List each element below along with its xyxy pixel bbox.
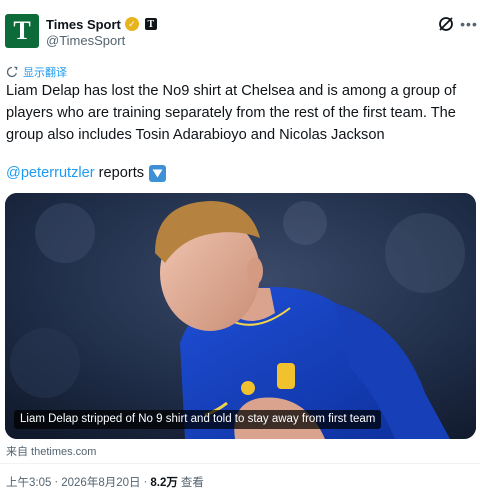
mention-link[interactable]: @peterrutzler: [6, 165, 95, 181]
avatar-letter: T: [13, 16, 31, 45]
avatar[interactable]: T: [5, 14, 39, 48]
mention-suffix: reports: [94, 165, 145, 181]
post-time[interactable]: 上午3:05: [6, 474, 51, 490]
post-container: T Times Sport ✓ T @TimesSport ••• 显示翻译 L…: [0, 0, 480, 492]
verified-badge-icon: ✓: [124, 17, 139, 31]
divider: [0, 463, 480, 464]
meta-separator: ·: [54, 476, 59, 488]
views-count: 8.2万: [150, 477, 178, 489]
more-options-icon[interactable]: •••: [459, 14, 479, 34]
grok-icon[interactable]: [436, 14, 456, 34]
post-text: Liam Delap has lost the No9 shirt at Che…: [6, 83, 457, 143]
author-name-row: Times Sport ✓ T: [46, 15, 157, 33]
down-arrow-emoji-icon: [149, 164, 167, 182]
show-translation-link[interactable]: 显示翻译: [6, 64, 67, 80]
translate-icon: [6, 66, 18, 78]
author-name[interactable]: Times Sport: [46, 17, 121, 32]
post-meta: 上午3:05 · 2026年8月20日 · 8.2万 查看: [6, 474, 204, 490]
media-caption: Liam Delap stripped of No 9 shirt and to…: [14, 410, 382, 429]
affiliate-badge-icon[interactable]: T: [144, 18, 157, 30]
author-handle[interactable]: @TimesSport: [46, 33, 125, 48]
translate-label: 显示翻译: [23, 67, 67, 79]
views-label: 查看: [180, 477, 204, 489]
post-date[interactable]: 2026年8月20日: [61, 474, 140, 490]
meta-separator-2: ·: [143, 476, 148, 488]
player-photo: [5, 193, 476, 439]
media-card[interactable]: [5, 193, 476, 439]
mention-line: @peterrutzler reports: [6, 162, 167, 184]
card-source-link[interactable]: 来自 thetimes.com: [6, 443, 96, 459]
